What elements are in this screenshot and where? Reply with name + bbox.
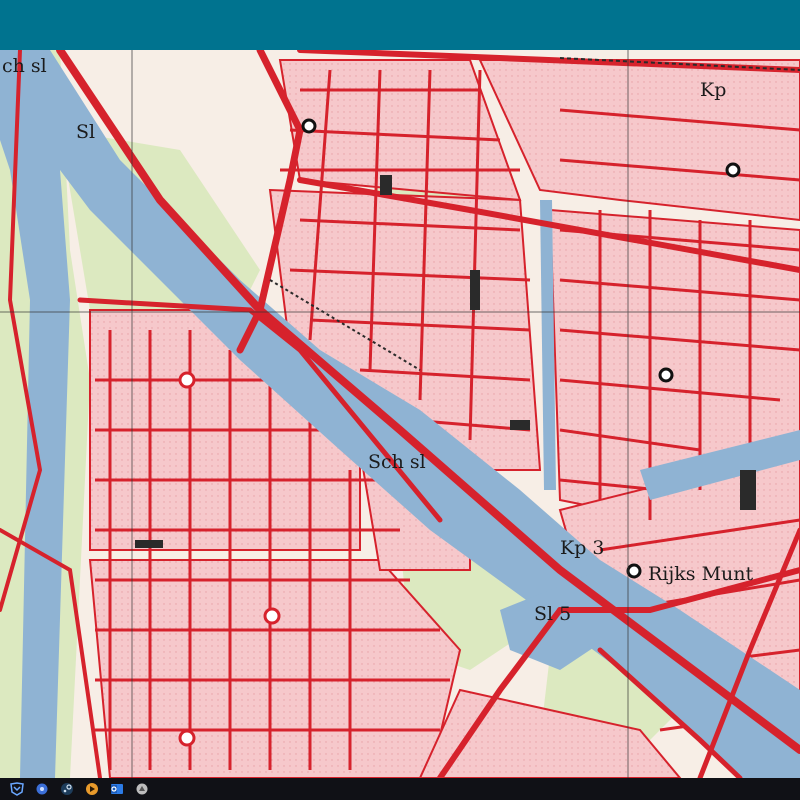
school-symbol-2 — [263, 607, 281, 625]
search-icon — [36, 783, 48, 795]
label-sl-bottom: Sl 5 — [534, 603, 571, 625]
label-rijks-munt: Rijks Munt — [648, 563, 754, 585]
label-kp-top-right: Kp — [700, 79, 726, 101]
outlook-button[interactable] — [108, 780, 126, 798]
label-kp-center: Kp 3 — [560, 537, 605, 559]
steam-button[interactable] — [58, 780, 76, 798]
app-button[interactable] — [133, 780, 151, 798]
media-button[interactable] — [83, 780, 101, 798]
map-viewport[interactable]: ch sl Sl Kp Sch sl Kp 3 Rijks Munt Sl 5 — [0, 50, 800, 778]
school-symbol-3 — [178, 729, 196, 747]
outlook-icon — [111, 784, 123, 794]
app-icon — [136, 783, 148, 795]
taskbar — [0, 778, 800, 800]
school-symbol-1 — [178, 371, 196, 389]
church-symbol-2 — [725, 162, 741, 178]
church-symbol-3 — [658, 367, 674, 383]
church-symbol-1 — [301, 118, 317, 134]
topographic-map[interactable]: ch sl Sl Kp Sch sl Kp 3 Rijks Munt Sl 5 — [0, 50, 800, 778]
app-title-bar — [0, 0, 800, 50]
search-button[interactable] — [33, 780, 51, 798]
start-button[interactable] — [8, 780, 26, 798]
steam-icon — [61, 783, 73, 795]
mint-symbol — [626, 563, 642, 579]
label-sch-sl-top: ch sl — [2, 55, 47, 77]
start-icon — [10, 782, 24, 796]
label-sl-left: Sl — [76, 121, 95, 143]
media-icon — [86, 783, 98, 795]
label-sch-sl-center: Sch sl — [368, 451, 426, 473]
